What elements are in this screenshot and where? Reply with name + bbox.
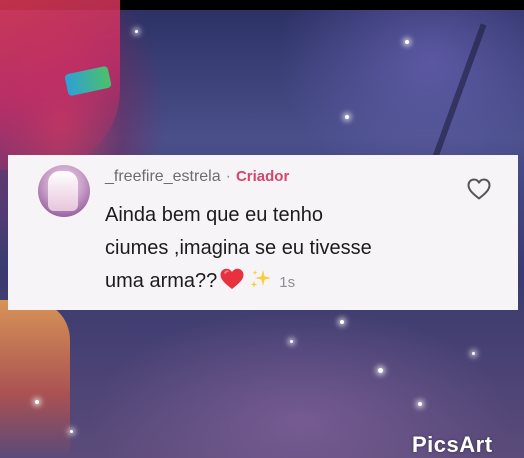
sparkle	[290, 340, 293, 343]
sparkle	[378, 368, 383, 373]
picsart-watermark: PicsArt	[412, 432, 493, 457]
creator-badge: Criador	[235, 168, 290, 185]
avatar[interactable]	[38, 165, 90, 217]
sparkles-emoji-icon	[250, 270, 272, 288]
red-heart-emoji-icon	[220, 268, 244, 289]
separator-dot: ·	[225, 168, 231, 185]
comment-line-last: uma arma?? 1s	[105, 265, 445, 299]
sparkle	[418, 402, 422, 406]
comment-card: _freefire_estrela · Criador Ainda bem que …	[8, 155, 518, 310]
background-character-lower	[0, 300, 70, 458]
like-button[interactable]	[465, 175, 493, 203]
sparkle	[405, 40, 409, 44]
sparkle	[35, 400, 39, 404]
sparkle	[472, 352, 475, 355]
avatar-image	[48, 171, 78, 211]
comment-line: ciumes ,imagina se eu tivesse	[105, 237, 372, 259]
video-frame: _freefire_estrela · Criador Ainda bem que …	[0, 0, 524, 458]
comment-timestamp: 1s	[279, 274, 296, 291]
comment-header: _freefire_estrela · Criador	[105, 168, 289, 186]
background-streak	[429, 23, 487, 167]
heart-outline-icon	[467, 178, 491, 200]
comment-line: Ainda bem que eu tenho	[105, 204, 323, 226]
sparkle	[340, 320, 344, 324]
username[interactable]: _freefire_estrela	[105, 168, 221, 185]
sparkle	[345, 115, 349, 119]
comment-body: Ainda bem que eu tenho ciumes ,imagina s…	[105, 199, 445, 299]
sparkle	[70, 430, 73, 433]
sparkle	[135, 30, 138, 33]
comment-line-text: uma arma??	[105, 270, 218, 292]
